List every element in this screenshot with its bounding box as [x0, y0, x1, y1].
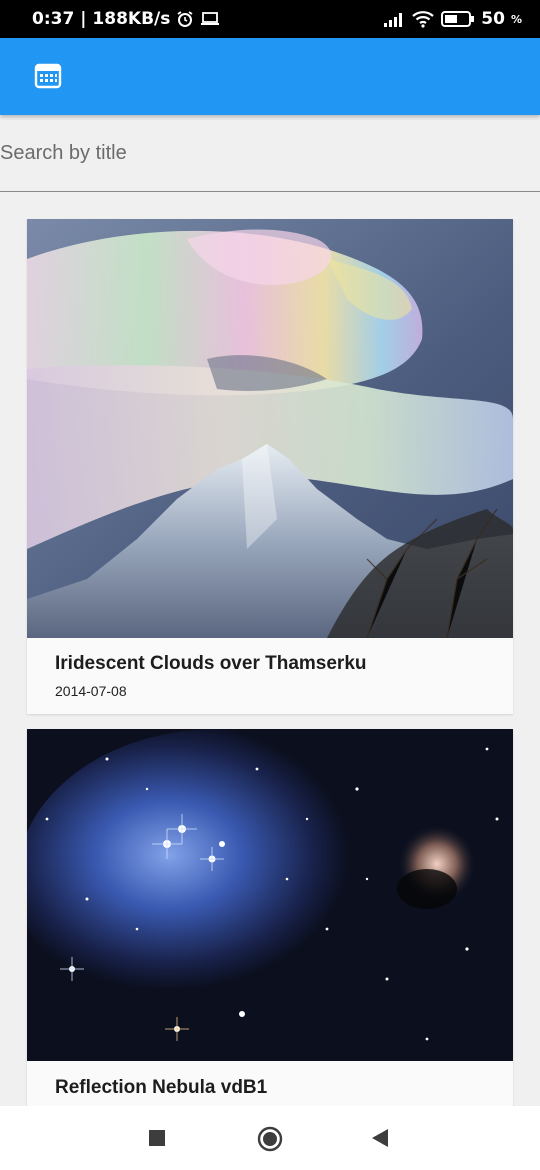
calendar-button[interactable] — [22, 52, 74, 104]
laptop-icon — [200, 11, 220, 27]
alarm-icon — [176, 10, 194, 28]
wifi-icon — [411, 10, 435, 28]
status-bar: 0:37 | 188KB/s 50 % — [0, 0, 540, 38]
battery-unit: % — [510, 12, 522, 26]
card-title: Iridescent Clouds over Thamserku — [55, 653, 367, 674]
card-image — [27, 729, 513, 1061]
battery-level: 50 — [481, 9, 505, 29]
battery-icon — [441, 10, 475, 28]
apod-card[interactable]: Iridescent Clouds over Thamserku 2014-07… — [27, 219, 513, 714]
signal-icon — [383, 11, 405, 27]
search-input[interactable] — [0, 115, 540, 191]
status-time: 0:37 — [32, 9, 75, 29]
system-nav-bar — [0, 1106, 540, 1170]
back-icon[interactable] — [371, 1128, 389, 1148]
network-speed: | 188KB/s — [80, 9, 171, 29]
card-title: Reflection Nebula vdB1 — [55, 1077, 268, 1098]
calendar-icon — [33, 61, 63, 96]
recent-apps-icon[interactable] — [148, 1129, 166, 1147]
apod-card[interactable]: Reflection Nebula vdB1 — [27, 729, 513, 1106]
home-icon[interactable] — [257, 1126, 283, 1152]
card-image — [27, 219, 513, 638]
app-bar — [0, 38, 540, 115]
card-date: 2014-07-08 — [55, 683, 127, 699]
search-bar — [0, 115, 540, 192]
